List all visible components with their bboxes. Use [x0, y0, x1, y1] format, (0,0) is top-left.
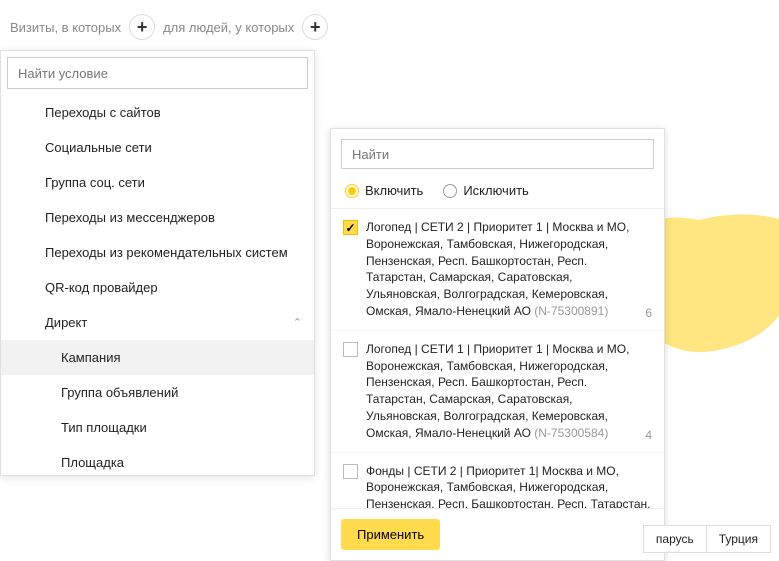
tree-item-messengers[interactable]: Переходы из мессенджеров	[1, 200, 314, 235]
tab-belarus[interactable]: парусь	[643, 525, 707, 553]
tree-item-direct[interactable]: Директ⌃	[1, 305, 314, 340]
radio-exclude[interactable]: Исключить	[443, 183, 529, 198]
include-exclude-radio-group: Включить Исключить	[331, 179, 664, 208]
option-label: Логопед | СЕТИ 1 | Приоритет 1 | Москва …	[366, 341, 633, 442]
search-input[interactable]	[7, 57, 308, 89]
radio-include[interactable]: Включить	[345, 183, 423, 198]
campaign-search-container	[331, 129, 664, 179]
campaign-options-list[interactable]: Логопед | СЕТИ 2 | Приоритет 1 | Москва …	[331, 208, 664, 508]
option-count: 4	[641, 428, 652, 442]
campaign-option[interactable]: Логопед | СЕТИ 1 | Приоритет 1 | Москва …	[331, 331, 664, 453]
tree-item-placement-type[interactable]: Тип площадки	[1, 410, 314, 445]
chevron-up-icon: ⌃	[293, 316, 302, 329]
tree-item-qr-provider[interactable]: QR-код провайдер	[1, 270, 314, 305]
checkbox-icon[interactable]	[343, 342, 358, 357]
apply-bar: Применить	[331, 508, 664, 560]
option-label: Логопед | СЕТИ 2 | Приоритет 1 | Москва …	[366, 219, 633, 320]
option-count: 6	[641, 306, 652, 320]
checkbox-icon[interactable]	[343, 464, 358, 479]
checkbox-icon[interactable]	[343, 220, 358, 235]
add-people-condition-button[interactable]: +	[302, 14, 328, 40]
tree-item-ad-group[interactable]: Группа объявлений	[1, 375, 314, 410]
conditions-tree[interactable]: Переходы с сайтов Социальные сети Группа…	[1, 95, 314, 475]
tree-item-social-networks[interactable]: Социальные сети	[1, 130, 314, 165]
apply-button[interactable]: Применить	[341, 519, 440, 550]
tree-item-site-referrals[interactable]: Переходы с сайтов	[1, 95, 314, 130]
search-container	[1, 51, 314, 95]
tree-item-campaign[interactable]: Кампания	[1, 340, 314, 375]
campaign-search-input[interactable]	[341, 139, 654, 169]
people-label: для людей, у которых	[163, 20, 294, 35]
visits-label: Визиты, в которых	[10, 20, 121, 35]
campaign-filter-panel: Включить Исключить Логопед | СЕТИ 2 | Пр…	[330, 128, 665, 561]
radio-icon	[443, 184, 457, 198]
bottom-tabs: парусь Турция	[644, 525, 771, 553]
option-label: Фонды | СЕТИ 2 | Приоритет 1| Москва и М…	[366, 463, 652, 508]
radio-icon	[345, 184, 359, 198]
tab-turkey[interactable]: Турция	[706, 525, 771, 553]
segment-header: Визиты, в которых + для людей, у которых…	[0, 0, 779, 48]
add-visits-condition-button[interactable]: +	[129, 14, 155, 40]
campaign-option[interactable]: Фонды | СЕТИ 2 | Приоритет 1| Москва и М…	[331, 453, 664, 508]
tree-item-social-group[interactable]: Группа соц. сети	[1, 165, 314, 200]
tree-item-recommendation-systems[interactable]: Переходы из рекомендательных систем	[1, 235, 314, 270]
conditions-panel: Переходы с сайтов Социальные сети Группа…	[0, 50, 315, 476]
tree-item-placement[interactable]: Площадка	[1, 445, 314, 475]
campaign-option[interactable]: Логопед | СЕТИ 2 | Приоритет 1 | Москва …	[331, 209, 664, 331]
